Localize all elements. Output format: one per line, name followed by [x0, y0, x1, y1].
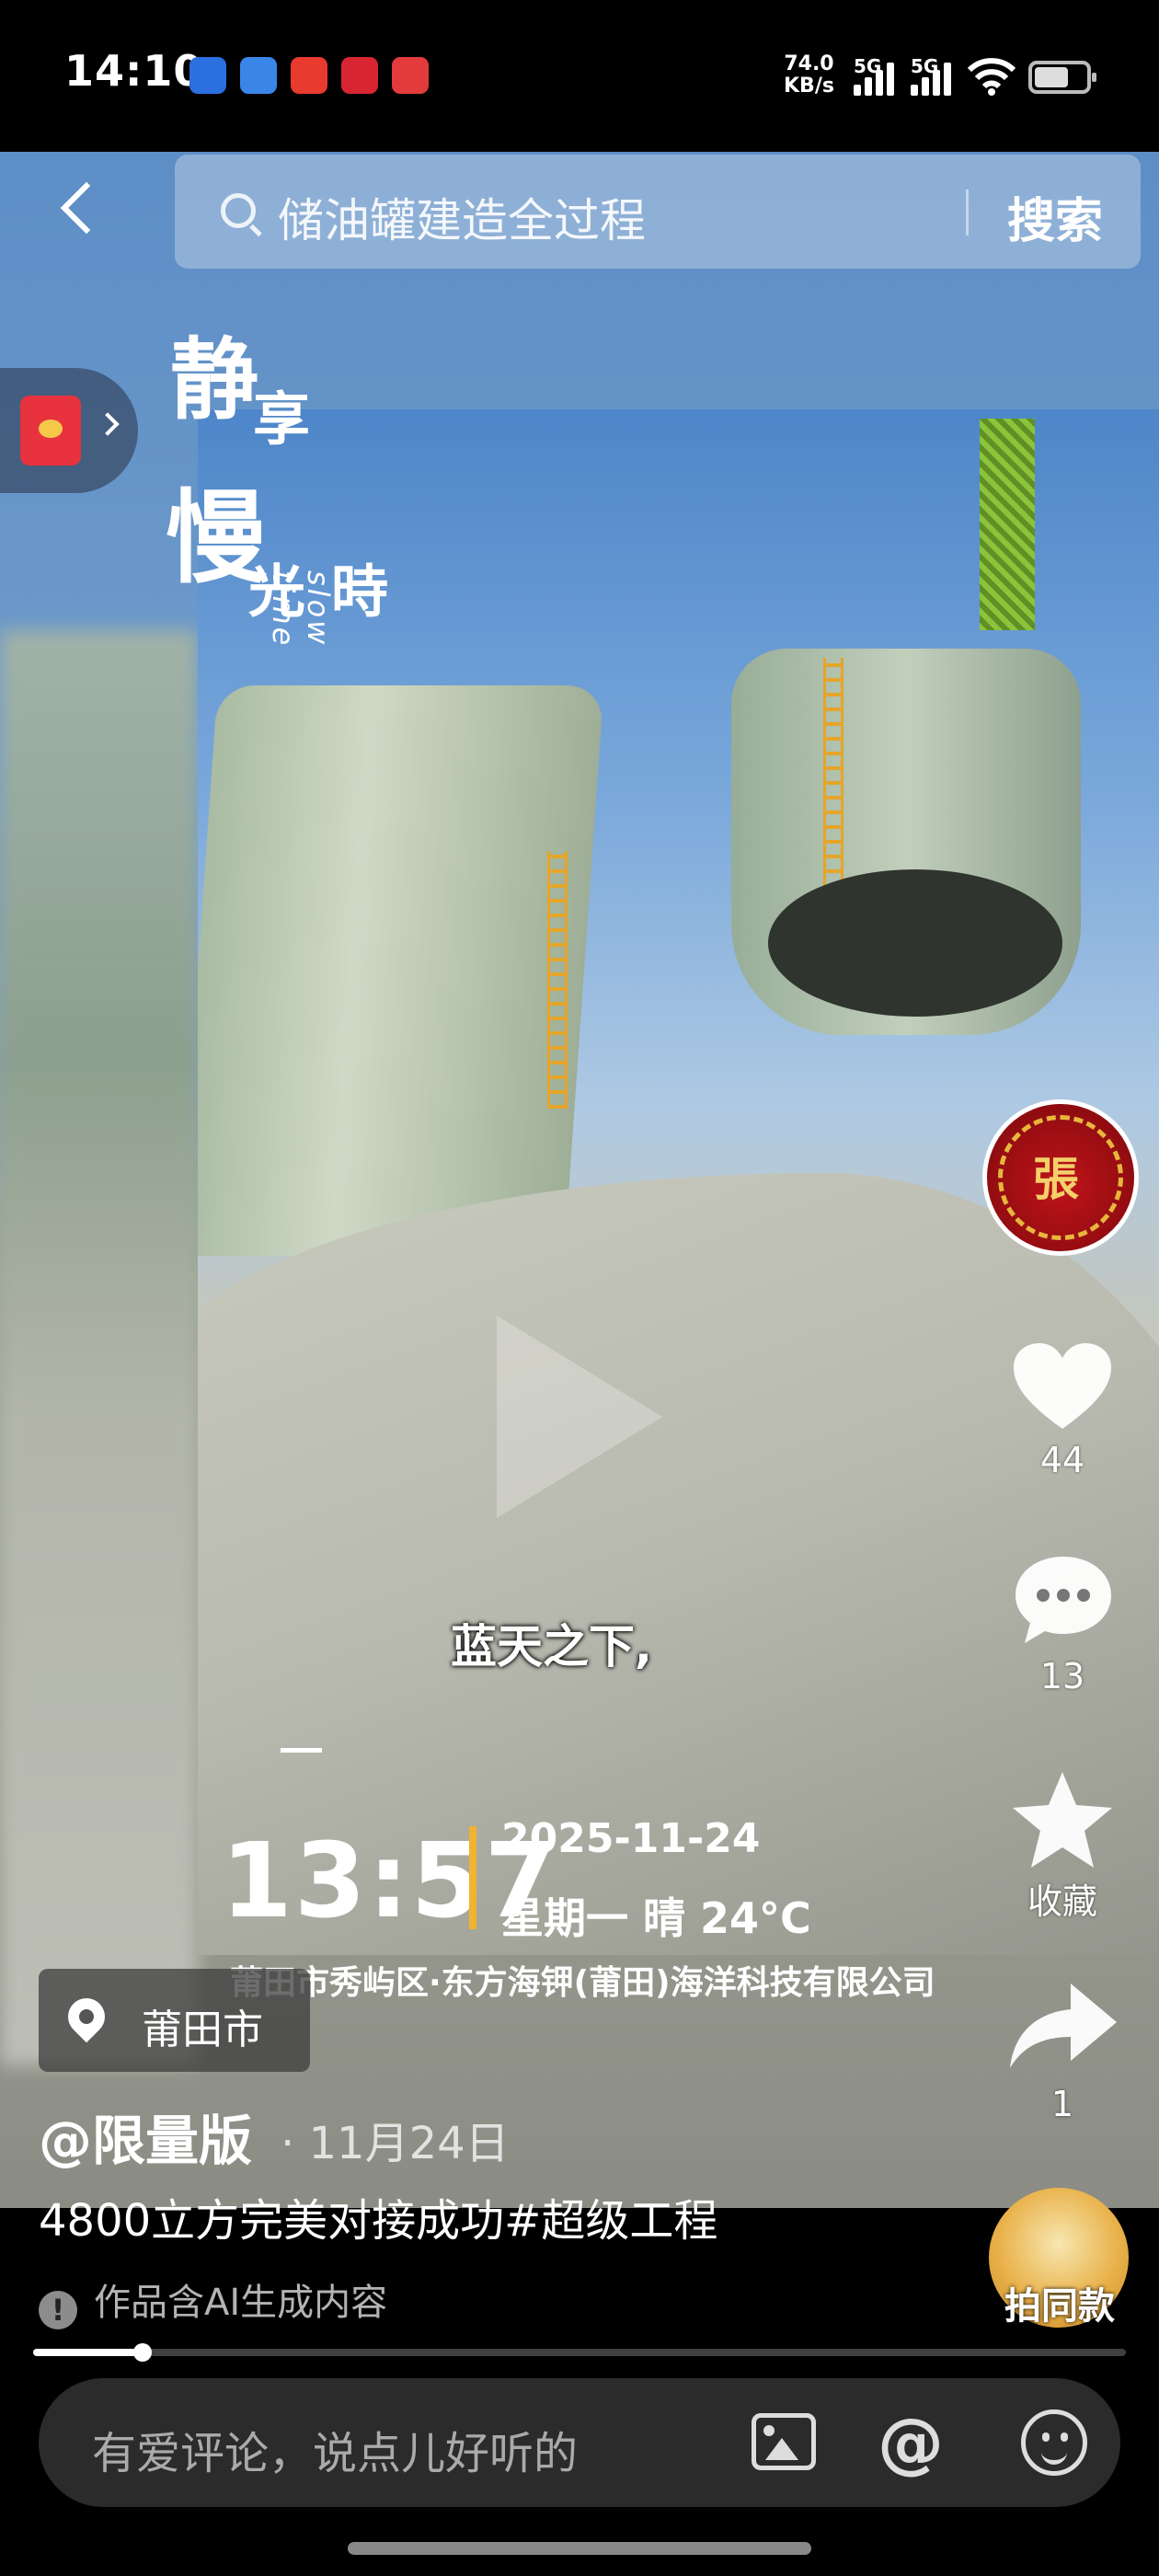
- red-envelope-button[interactable]: [0, 368, 138, 493]
- share-count-text: 1: [1050, 2084, 1074, 2124]
- search-bar[interactable]: 储油罐建造全过程 搜索: [175, 155, 1141, 269]
- overlay-title-english: slow time: [266, 570, 336, 649]
- battery-icon: [1028, 61, 1096, 94]
- at-mention-icon[interactable]: @: [878, 2404, 944, 2481]
- progress-fill: [33, 2349, 143, 2356]
- watermark-weekday-weather: 星期一 晴 24°C: [501, 1893, 811, 1943]
- ladder-image: [547, 851, 568, 1109]
- k-app-icon: [189, 57, 226, 94]
- ai-content-note: ! 作品含AI生成内容: [39, 2272, 387, 2329]
- ladder-image: [823, 658, 843, 888]
- watermark-divider: [469, 1826, 476, 1929]
- comment-bar[interactable]: 有爱评论，说点儿好听的 @: [39, 2378, 1120, 2507]
- red-envelope-icon: [20, 396, 81, 466]
- share-icon[interactable]: [1006, 1980, 1120, 2072]
- post-date: · 11月24日: [281, 2118, 510, 2169]
- network-speed-value: 74.0: [784, 52, 834, 75]
- like-count: 44: [993, 1440, 1131, 1480]
- subtitle-dash: [281, 1748, 322, 1753]
- overlay-title-char: 享: [253, 385, 311, 453]
- red-app-icon: [291, 57, 327, 94]
- storage-tank-image: [198, 685, 604, 1256]
- heart-icon[interactable]: [1012, 1341, 1113, 1433]
- flower-app-icon: [392, 57, 429, 94]
- location-text: 莆田市: [142, 2007, 263, 2053]
- network-speed: 74.0 KB/s: [784, 53, 834, 98]
- progress-knob[interactable]: [132, 2343, 152, 2362]
- location-tag[interactable]: 莆田市: [39, 1969, 310, 2072]
- like-count-text: 44: [1039, 1440, 1085, 1480]
- video-progress-bar[interactable]: [33, 2343, 1126, 2362]
- post-caption[interactable]: 4800立方完美对接成功#超级工程: [39, 2184, 717, 2248]
- signal-bars-1-icon: [854, 61, 898, 96]
- author-avatar[interactable]: 張: [982, 1099, 1139, 1256]
- crane-image: [980, 419, 1035, 630]
- author-name[interactable]: @限量版: [39, 2098, 252, 2175]
- comment-count-text: 13: [1039, 1656, 1085, 1696]
- wifi-icon: [968, 58, 1016, 96]
- star-icon[interactable]: [1007, 1768, 1118, 1874]
- favorite-label: 收藏: [993, 1873, 1131, 1924]
- bank-app-icon: [341, 57, 378, 94]
- signal-bars-2-icon: [911, 61, 955, 96]
- search-icon: [221, 193, 256, 228]
- overlay-title-char: 静: [170, 328, 258, 431]
- location-pin-icon: [60, 1990, 113, 2043]
- back-button[interactable]: [55, 175, 110, 239]
- share-count: 1: [993, 2084, 1131, 2124]
- tank-opening-image: [768, 869, 1062, 1017]
- blue-app-icon: [240, 57, 277, 94]
- status-bar: 14:10 74.0 KB/s 5G 5G: [0, 0, 1159, 152]
- same-style-label[interactable]: 拍同款: [977, 2276, 1142, 2329]
- network-speed-unit: KB/s: [784, 75, 834, 98]
- search-button[interactable]: 搜索: [1007, 182, 1103, 251]
- image-icon[interactable]: [752, 2413, 816, 2470]
- ai-content-note-text: 作品含AI生成内容: [94, 2282, 388, 2324]
- comment-icon[interactable]: [1012, 1553, 1115, 1647]
- search-divider: [966, 190, 969, 236]
- comment-count: 13: [993, 1656, 1131, 1696]
- info-icon: !: [39, 2291, 77, 2329]
- watermark-address: 莆田市秀屿区·东方海钾(莆田)海洋科技有限公司: [230, 1964, 935, 2002]
- search-input[interactable]: 储油罐建造全过程: [278, 184, 646, 250]
- home-indicator[interactable]: [348, 2542, 811, 2555]
- status-time: 14:10: [64, 46, 204, 96]
- emoji-icon[interactable]: [1021, 2409, 1087, 2476]
- watermark-date: 2025-11-24: [501, 1815, 761, 1862]
- avatar-char: 張: [1033, 1152, 1079, 1206]
- favorite-label-text: 收藏: [1027, 1881, 1097, 1922]
- blurred-background: [0, 630, 198, 2065]
- video-subtitle: 蓝天之下,: [451, 1620, 652, 1673]
- play-icon[interactable]: [497, 1316, 662, 1518]
- chevron-right-icon: [96, 412, 120, 436]
- comment-input[interactable]: 有爱评论，说点儿好听的: [92, 2417, 578, 2481]
